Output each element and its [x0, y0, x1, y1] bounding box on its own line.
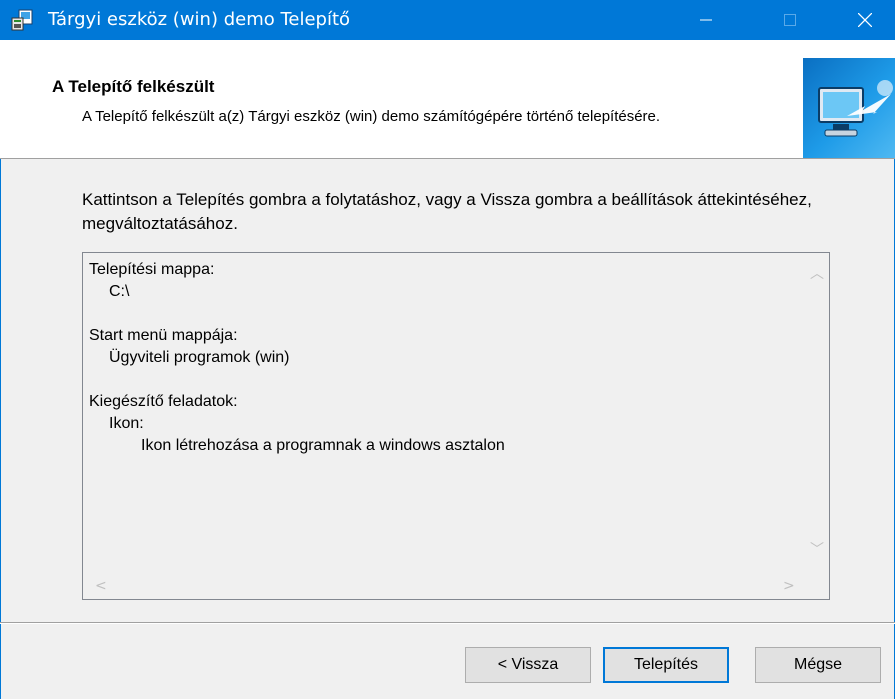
horizontal-scrollbar[interactable]: < > [83, 573, 803, 599]
scroll-up-icon[interactable]: ︿ [810, 267, 824, 281]
install-button[interactable]: Telepítés [603, 647, 729, 683]
install-dir-value: C:\ [109, 283, 130, 300]
summary-memo[interactable]: Telepítési mappa: C:\ Start menü mappája… [82, 252, 830, 600]
cancel-button[interactable]: Mégse [755, 647, 881, 683]
tasks-group: Ikon: [109, 415, 144, 432]
tasks-item: Ikon létrehozása a programnak a windows … [141, 437, 505, 454]
minimize-button[interactable] [683, 0, 729, 40]
scroll-right-icon[interactable]: > [783, 579, 795, 593]
wizard-computer-icon [803, 58, 895, 158]
minimize-icon [700, 19, 712, 21]
install-dir-label: Telepítési mappa: [89, 261, 215, 278]
window-title: Tárgyi eszköz (win) demo Telepítő [48, 9, 351, 30]
scroll-left-icon[interactable]: < [95, 579, 107, 593]
divider [0, 622, 895, 624]
close-icon [858, 13, 872, 27]
start-menu-label: Start menü mappája: [89, 327, 238, 344]
close-button[interactable] [842, 0, 888, 40]
header-panel: A Telepítő felkészült A Telepítő felkész… [0, 40, 895, 159]
back-button[interactable]: < Vissza [465, 647, 591, 683]
page-title: A Telepítő felkészült [52, 77, 215, 96]
maximize-icon [784, 14, 796, 26]
tasks-label: Kiegészítő feladatok: [89, 393, 238, 410]
start-menu-value: Ügyviteli programok (win) [109, 349, 290, 366]
vertical-scrollbar[interactable]: ︿ ﹀ [803, 253, 829, 571]
maximize-button [767, 0, 813, 40]
summary-content: Telepítési mappa: C:\ Start menü mappája… [89, 259, 789, 457]
scroll-down-icon[interactable]: ﹀ [810, 543, 824, 557]
installer-icon [10, 8, 34, 32]
intro-text: Kattintson a Telepítés gombra a folytatá… [82, 190, 812, 233]
page-description: A Telepítő felkészült a(z) Tárgyi eszköz… [82, 108, 661, 125]
title-bar[interactable]: Tárgyi eszköz (win) demo Telepítő [0, 0, 895, 40]
